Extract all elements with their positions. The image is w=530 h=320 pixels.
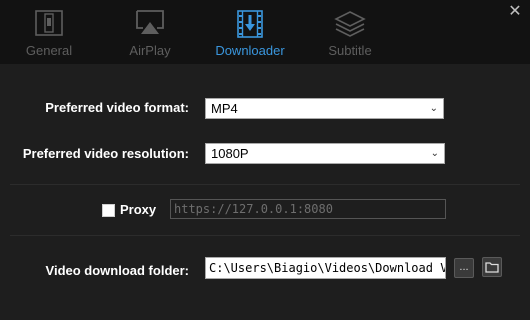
airplay-icon xyxy=(134,10,166,39)
open-folder-button[interactable] xyxy=(482,257,502,277)
tab-airplay[interactable]: AirPlay xyxy=(120,0,180,64)
divider xyxy=(10,235,520,236)
format-select-value: MP4 xyxy=(211,101,238,116)
browse-button[interactable]: ... xyxy=(454,258,474,278)
tab-subtitle[interactable]: Subtitle xyxy=(316,0,384,64)
divider xyxy=(10,184,520,185)
preferences-window: General AirPlay Downloader Subtitle ✕ Pr… xyxy=(0,0,530,320)
format-label: Preferred video format: xyxy=(45,100,189,115)
proxy-checkbox[interactable] xyxy=(102,204,115,217)
film-download-icon xyxy=(237,10,263,41)
resolution-select[interactable]: 1080P ⌄ xyxy=(205,143,445,164)
chevron-down-icon: ⌄ xyxy=(429,103,438,114)
tab-downloader-label: Downloader xyxy=(215,43,285,58)
resolution-label: Preferred video resolution: xyxy=(22,146,189,161)
layers-icon xyxy=(334,10,366,41)
folder-path-input[interactable]: C:\Users\Biagio\Videos\Download Vide xyxy=(205,257,446,279)
format-select[interactable]: MP4 ⌄ xyxy=(205,98,444,119)
close-icon[interactable]: ✕ xyxy=(507,4,523,20)
tab-downloader[interactable]: Downloader xyxy=(205,0,295,64)
folder-icon xyxy=(485,262,499,276)
tab-general[interactable]: General xyxy=(19,0,79,64)
folder-label: Video download folder: xyxy=(45,263,189,278)
tab-bar: General AirPlay Downloader Subtitle ✕ xyxy=(0,0,530,64)
tab-subtitle-label: Subtitle xyxy=(328,43,372,58)
proxy-input[interactable]: https://127.0.0.1:8080 xyxy=(170,199,446,219)
proxy-label: Proxy xyxy=(120,202,157,217)
chevron-down-icon: ⌄ xyxy=(430,148,439,159)
phone-settings-icon xyxy=(34,10,64,39)
resolution-select-value: 1080P xyxy=(211,146,249,161)
tab-general-label: General xyxy=(25,43,73,58)
tab-airplay-label: AirPlay xyxy=(129,43,171,58)
